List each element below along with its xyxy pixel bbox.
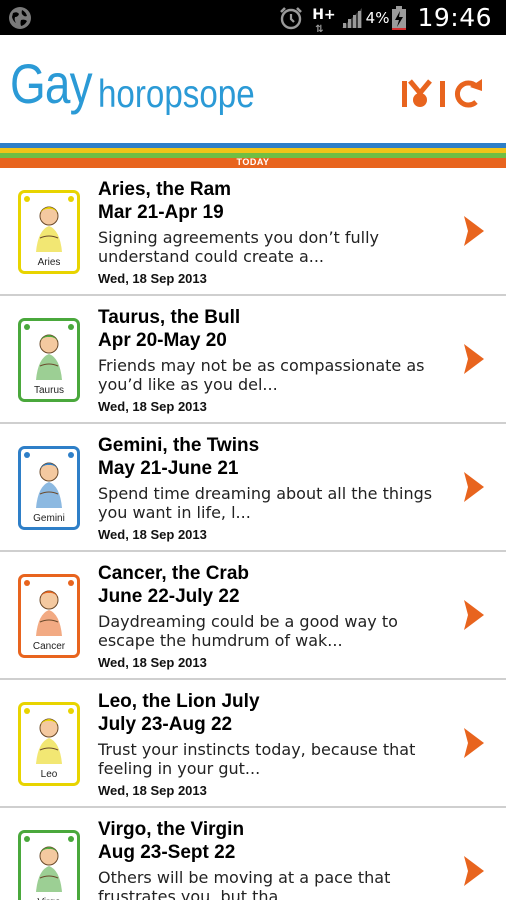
alarm-icon [280,6,303,29]
horoscope-excerpt: Daydreaming could be a good way to escap… [98,612,398,650]
post-date: Wed, 18 Sep 2013 [98,399,207,414]
post-date: Wed, 18 Sep 2013 [98,271,207,286]
sign-dates: Aug 23-Sept 22 [98,842,236,863]
card-label: Cancer [32,641,66,652]
status-bar: H+ ⇅ 4% 19:46 [0,0,506,35]
post-date: Wed, 18 Sep 2013 [98,527,207,542]
section-label-today: TODAY [236,157,270,167]
chevron-right-icon[interactable] [460,214,488,248]
horoscope-excerpt: Friends may not be as compassionate as y… [98,356,425,394]
leo-card-icon: Leo [18,702,80,786]
chevron-right-icon[interactable] [460,470,488,504]
battery-percent: 4% [365,8,390,27]
brand-logo-icon[interactable] [398,75,494,111]
chevron-right-icon[interactable] [460,726,488,760]
aries-card-icon: Aries [18,190,80,274]
horoscope-excerpt: Signing agreements you don’t fully under… [98,228,380,266]
list-item-leo[interactable]: Leo Leo, the Lion July July 23-Aug 22 Tr… [0,680,506,808]
sign-name: Aries, the Ram [98,179,232,200]
horoscope-excerpt: Spend time dreaming about all the things… [98,484,433,522]
sign-name: Gemini, the Twins [98,435,260,456]
zodiac-illustration [18,830,80,900]
horoscope-list: Aries Aries, the Ram Mar 21-Apr 19 Signi… [0,168,506,900]
list-item-virgo[interactable]: Virgo Virgo, the Virgin Aug 23-Sept 22 O… [0,808,506,900]
chevron-right-icon[interactable] [460,854,488,888]
list-item-aries[interactable]: Aries Aries, the Ram Mar 21-Apr 19 Signi… [0,168,506,296]
sign-dates: June 22-July 22 [98,586,240,607]
app-title-gay: Gay [10,52,93,115]
sign-dates: May 21-June 21 [98,458,239,479]
sign-name: Taurus, the Bull [98,307,241,328]
cancer-card-icon: Cancer [18,574,80,658]
card-label: Gemini [33,513,65,524]
sign-name: Leo, the Lion July [98,691,260,712]
sign-dates: Mar 21-Apr 19 [98,202,224,223]
horoscope-excerpt: Others will be moving at a pace that fru… [98,868,391,900]
virgo-card-icon: Virgo [18,830,80,900]
sign-dates: Apr 20-May 20 [98,330,227,351]
list-item-taurus[interactable]: Taurus Taurus, the Bull Apr 20-May 20 Fr… [0,296,506,424]
network-type: H+ ⇅ [312,6,336,35]
card-label: Aries [37,257,61,268]
globe-icon [9,7,31,29]
card-label: Leo [40,769,58,780]
horoscope-excerpt: Trust your instincts today, because that… [98,740,416,778]
list-item-gemini[interactable]: Gemini Gemini, the Twins May 21-June 21 … [0,424,506,552]
sign-name: Cancer, the Crab [98,563,249,584]
list-item-cancer[interactable]: Cancer Cancer, the Crab June 22-July 22 … [0,552,506,680]
sign-name: Virgo, the Virgin [98,819,245,840]
gemini-card-icon: Gemini [18,446,80,530]
battery-charging-icon [392,5,407,30]
post-date: Wed, 18 Sep 2013 [98,655,207,670]
taurus-card-icon: Taurus [18,318,80,402]
chevron-right-icon[interactable] [460,342,488,376]
card-label: Taurus [33,385,64,396]
app-title-horoscope: horopsope [98,73,255,116]
signal-icon [341,7,362,28]
app-header: Gay horopsope [0,35,506,143]
clock: 19:46 [417,3,492,32]
sign-dates: July 23-Aug 22 [98,714,233,735]
chevron-right-icon[interactable] [460,598,488,632]
post-date: Wed, 18 Sep 2013 [98,783,207,798]
